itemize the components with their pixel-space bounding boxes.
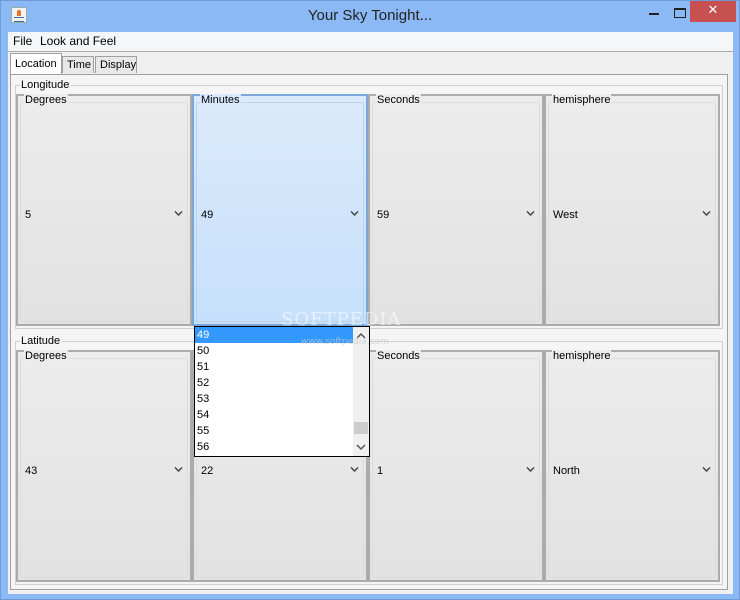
- longitude-minutes-combo[interactable]: Minutes 49: [192, 94, 368, 326]
- longitude-degrees-value: 5: [25, 209, 32, 221]
- dropdown-option[interactable]: 53: [195, 391, 353, 407]
- tab-display[interactable]: Display: [95, 56, 137, 73]
- window-title: Your Sky Tonight...: [307, 7, 433, 24]
- longitude-minutes-title: Minutes: [200, 94, 241, 106]
- title-bar[interactable]: Your Sky Tonight... ✕: [1, 1, 739, 31]
- latitude-minutes-value: 22: [201, 465, 214, 477]
- latitude-hemisphere-combo[interactable]: hemisphere North: [544, 350, 720, 582]
- menu-bar: File Look and Feel: [8, 32, 733, 52]
- longitude-hemisphere-title: hemisphere: [552, 94, 612, 106]
- scroll-down-icon[interactable]: [356, 442, 366, 452]
- longitude-degrees-combo[interactable]: Degrees 5: [16, 94, 192, 326]
- watermark-url: www.softpedia.com: [301, 337, 389, 347]
- chevron-down-icon[interactable]: [174, 465, 183, 474]
- chevron-down-icon[interactable]: [350, 209, 359, 218]
- chevron-down-icon[interactable]: [702, 465, 711, 474]
- longitude-minutes-value: 49: [201, 209, 214, 221]
- longitude-seconds-value: 59: [377, 209, 390, 221]
- dropdown-option[interactable]: 52: [195, 375, 353, 391]
- minimize-button[interactable]: [649, 13, 659, 15]
- chevron-down-icon[interactable]: [174, 209, 183, 218]
- scrollbar-thumb[interactable]: [354, 422, 368, 434]
- tab-time[interactable]: Time: [62, 56, 94, 73]
- longitude-group: Longitude Degrees 5 Minutes 49 Seconds 5…: [15, 79, 723, 329]
- menu-look-and-feel[interactable]: Look and Feel: [40, 34, 116, 48]
- maximize-button[interactable]: [674, 8, 686, 18]
- latitude-degrees-value: 43: [25, 465, 38, 477]
- latitude-seconds-value: 1: [377, 465, 384, 477]
- menu-file[interactable]: File: [13, 34, 32, 48]
- longitude-hemisphere-combo[interactable]: hemisphere West: [544, 94, 720, 326]
- latitude-hemisphere-title: hemisphere: [552, 350, 612, 362]
- longitude-seconds-combo[interactable]: Seconds 59: [368, 94, 544, 326]
- dropdown-option[interactable]: 51: [195, 359, 353, 375]
- latitude-degrees-combo[interactable]: Degrees 43: [16, 350, 192, 582]
- chevron-down-icon[interactable]: [350, 465, 359, 474]
- latitude-label: Latitude: [20, 335, 63, 347]
- tab-location[interactable]: Location: [10, 53, 62, 74]
- close-button[interactable]: ✕: [690, 1, 736, 22]
- latitude-seconds-title: Seconds: [376, 350, 421, 362]
- watermark: SOFTPEDIA: [281, 309, 402, 330]
- dropdown-option[interactable]: 56: [195, 439, 353, 455]
- longitude-label: Longitude: [20, 79, 72, 91]
- tab-strip: Location Time Display: [8, 52, 733, 74]
- chevron-down-icon[interactable]: [526, 209, 535, 218]
- chevron-down-icon[interactable]: [702, 209, 711, 218]
- chevron-down-icon[interactable]: [526, 465, 535, 474]
- longitude-hemisphere-value: West: [553, 209, 578, 221]
- close-icon: ✕: [707, 3, 719, 18]
- latitude-seconds-combo[interactable]: Seconds 1: [368, 350, 544, 582]
- longitude-seconds-title: Seconds: [376, 94, 421, 106]
- dropdown-option[interactable]: 54: [195, 407, 353, 423]
- app-window: Your Sky Tonight... ✕ File Look and Feel…: [0, 0, 740, 600]
- latitude-hemisphere-value: North: [553, 465, 580, 477]
- longitude-degrees-title: Degrees: [24, 94, 68, 106]
- dropdown-option[interactable]: 55: [195, 423, 353, 439]
- latitude-degrees-title: Degrees: [24, 350, 68, 362]
